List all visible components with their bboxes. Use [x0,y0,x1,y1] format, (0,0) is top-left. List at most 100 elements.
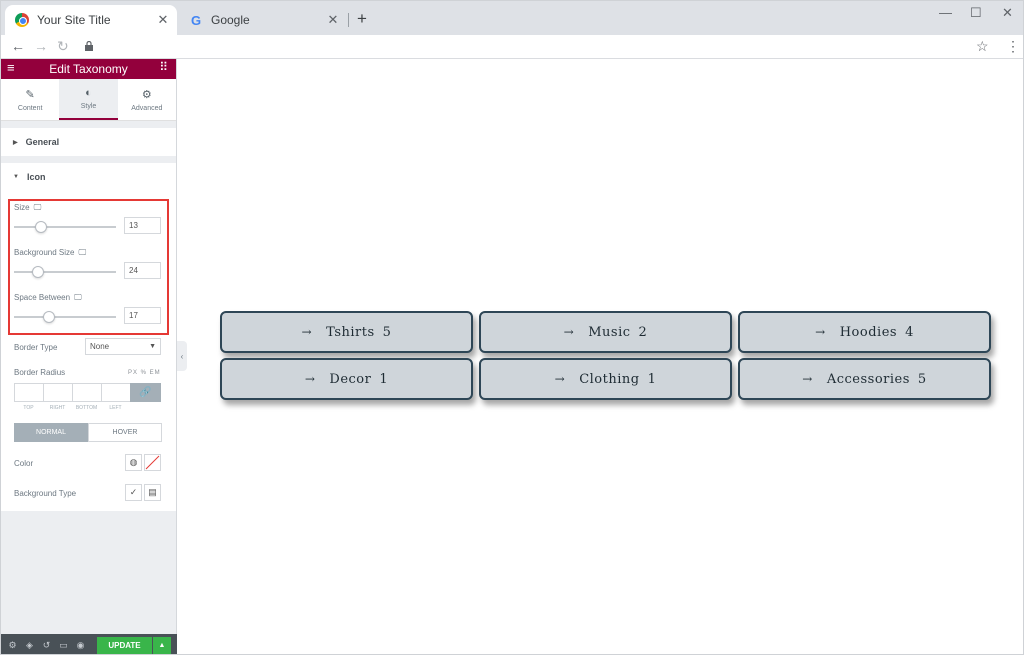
unit-switcher[interactable]: PX % EM [128,370,161,376]
section-title: General [25,137,60,147]
tab-normal[interactable]: NORMAL [14,423,88,442]
forward-icon[interactable]: → [34,38,48,54]
border-radius-label: Border Radius [14,368,66,377]
responsive-icon[interactable]: ▭ [58,640,69,651]
globe-icon[interactable]: ◍ [125,454,142,471]
space-between-slider[interactable] [14,311,116,323]
settings-icon[interactable]: ⚙ [7,640,18,651]
size-slider[interactable] [14,221,116,233]
google-icon: G [190,12,202,28]
editor-panel: ≡ Edit Taxonomy ⠿ ✎ Content ◐ Style ⚙ Ad… [1,59,177,654]
close-tab-icon[interactable]: ✕ [325,12,341,28]
term-decor[interactable]: → Decor 1 [220,358,473,400]
tab-content[interactable]: ✎ Content [1,79,59,120]
background-size-label: Background Size 🖵 [14,248,87,257]
radius-left-input[interactable] [101,383,130,402]
radius-bottom-input[interactable] [72,383,101,402]
term-name: Accessories [826,371,910,387]
term-name: Hoodies [839,324,898,340]
space-between-input[interactable]: 17 [124,307,161,324]
section-icon[interactable]: ▼ Icon [1,163,176,191]
close-tab-icon[interactable]: ✕ [155,12,171,28]
pencil-icon: ✎ [25,88,35,101]
lock-icon [85,40,93,54]
term-clothing[interactable]: → Clothing 1 [479,358,732,400]
radius-right-input[interactable] [43,383,72,402]
term-tshirts[interactable]: → Tshirts 5 [220,311,473,353]
term-count: 5 [382,324,392,340]
background-size-slider[interactable] [14,266,116,278]
arrow-right-icon: → [815,325,826,339]
term-count: 1 [647,371,657,387]
chevron-down-icon: ▼ [149,343,156,350]
monitor-icon: 🖵 [74,293,82,302]
term-name: Tshirts [326,324,375,340]
new-tab-icon[interactable]: + [357,9,367,29]
arrow-right-icon: → [554,372,566,386]
radius-top-input[interactable] [14,383,43,402]
term-count: 5 [917,371,927,387]
menu-kebab-icon[interactable]: ⋮ [1006,38,1020,55]
size-label: Size 🖵 [14,203,42,212]
color-picker-swatch[interactable] [144,454,161,471]
minimize-icon[interactable]: — [939,5,952,20]
close-window-icon[interactable]: ✕ [1002,5,1013,21]
preview-eye-icon[interactable]: ◉ [75,640,86,651]
tab-label: Style [80,103,97,110]
tab-title: Google [211,13,250,27]
navigator-icon[interactable]: ◈ [24,640,35,651]
arrow-right-icon: → [301,325,313,339]
tab-style[interactable]: ◐ Style [59,79,118,120]
tab-label: Advanced [131,104,163,112]
reload-icon[interactable]: ↻ [57,38,69,55]
term-count: 1 [379,371,389,387]
slider-thumb[interactable] [34,221,47,233]
chrome-icon [15,13,29,27]
tab-hover[interactable]: HOVER [88,423,162,442]
tab-google[interactable]: G Google ✕ [179,5,347,35]
tab-separator [348,13,349,27]
section-general[interactable]: ▶ General [1,128,176,156]
term-hoodies[interactable]: → Hoodies 4 [738,311,991,353]
term-name: Clothing [579,371,640,387]
tab-strip: Your Site Title ✕ G Google ✕ + — ☐ ✕ [1,1,1023,35]
term-name: Decor [329,371,372,387]
update-button[interactable]: UPDATE [97,637,152,654]
history-icon[interactable]: ↺ [41,640,52,651]
tab-your-site[interactable]: Your Site Title ✕ [5,5,177,35]
side-label: BOTTOM [75,405,98,411]
size-input[interactable]: 13 [124,217,161,234]
term-count: 2 [638,324,648,340]
tab-advanced[interactable]: ⚙ Advanced [118,79,176,120]
color-label: Color [14,459,34,468]
bookmark-star-icon[interactable]: ☆ [976,38,989,55]
update-options-caret-icon[interactable]: ▲ [153,637,171,654]
widgets-grid-icon[interactable]: ⠿ [159,60,168,74]
arrow-right-icon: → [304,372,316,386]
hamburger-icon[interactable]: ≡ [7,60,15,75]
term-music[interactable]: → Music 2 [479,311,732,353]
side-label: RIGHT [49,405,66,411]
border-radius-inputs: 🔗 [14,383,161,402]
brush-icon[interactable]: ✓ [125,484,142,501]
slider-thumb[interactable] [42,311,55,323]
caret-down-icon: ▼ [13,174,19,180]
background-size-input[interactable]: 24 [124,262,161,279]
term-accessories[interactable]: → Accessories 5 [738,358,991,400]
background-type-label: Background Type [14,489,77,498]
collapse-panel-icon[interactable]: ‹ [177,341,187,371]
tab-label: Content [17,104,43,112]
contrast-icon: ◐ [85,87,92,99]
term-count: 4 [905,324,914,340]
gradient-icon[interactable]: ▤ [144,484,161,501]
side-label: TOP [23,405,34,411]
radius-side-labels: TOP RIGHT BOTTOM LEFT [14,405,130,411]
back-icon[interactable]: ← [11,38,25,54]
gear-icon: ⚙ [141,88,152,101]
border-type-select[interactable]: None ▼ [85,338,161,355]
taxonomy-grid: → Tshirts 5 → Music 2 → Hoodies 4 → Decor 1 → Clo… [220,311,993,401]
link-values-icon[interactable]: 🔗 [130,383,161,402]
maximize-icon[interactable]: ☐ [970,5,982,21]
state-toggle: NORMAL HOVER [14,423,162,442]
side-label: LEFT [109,405,122,411]
